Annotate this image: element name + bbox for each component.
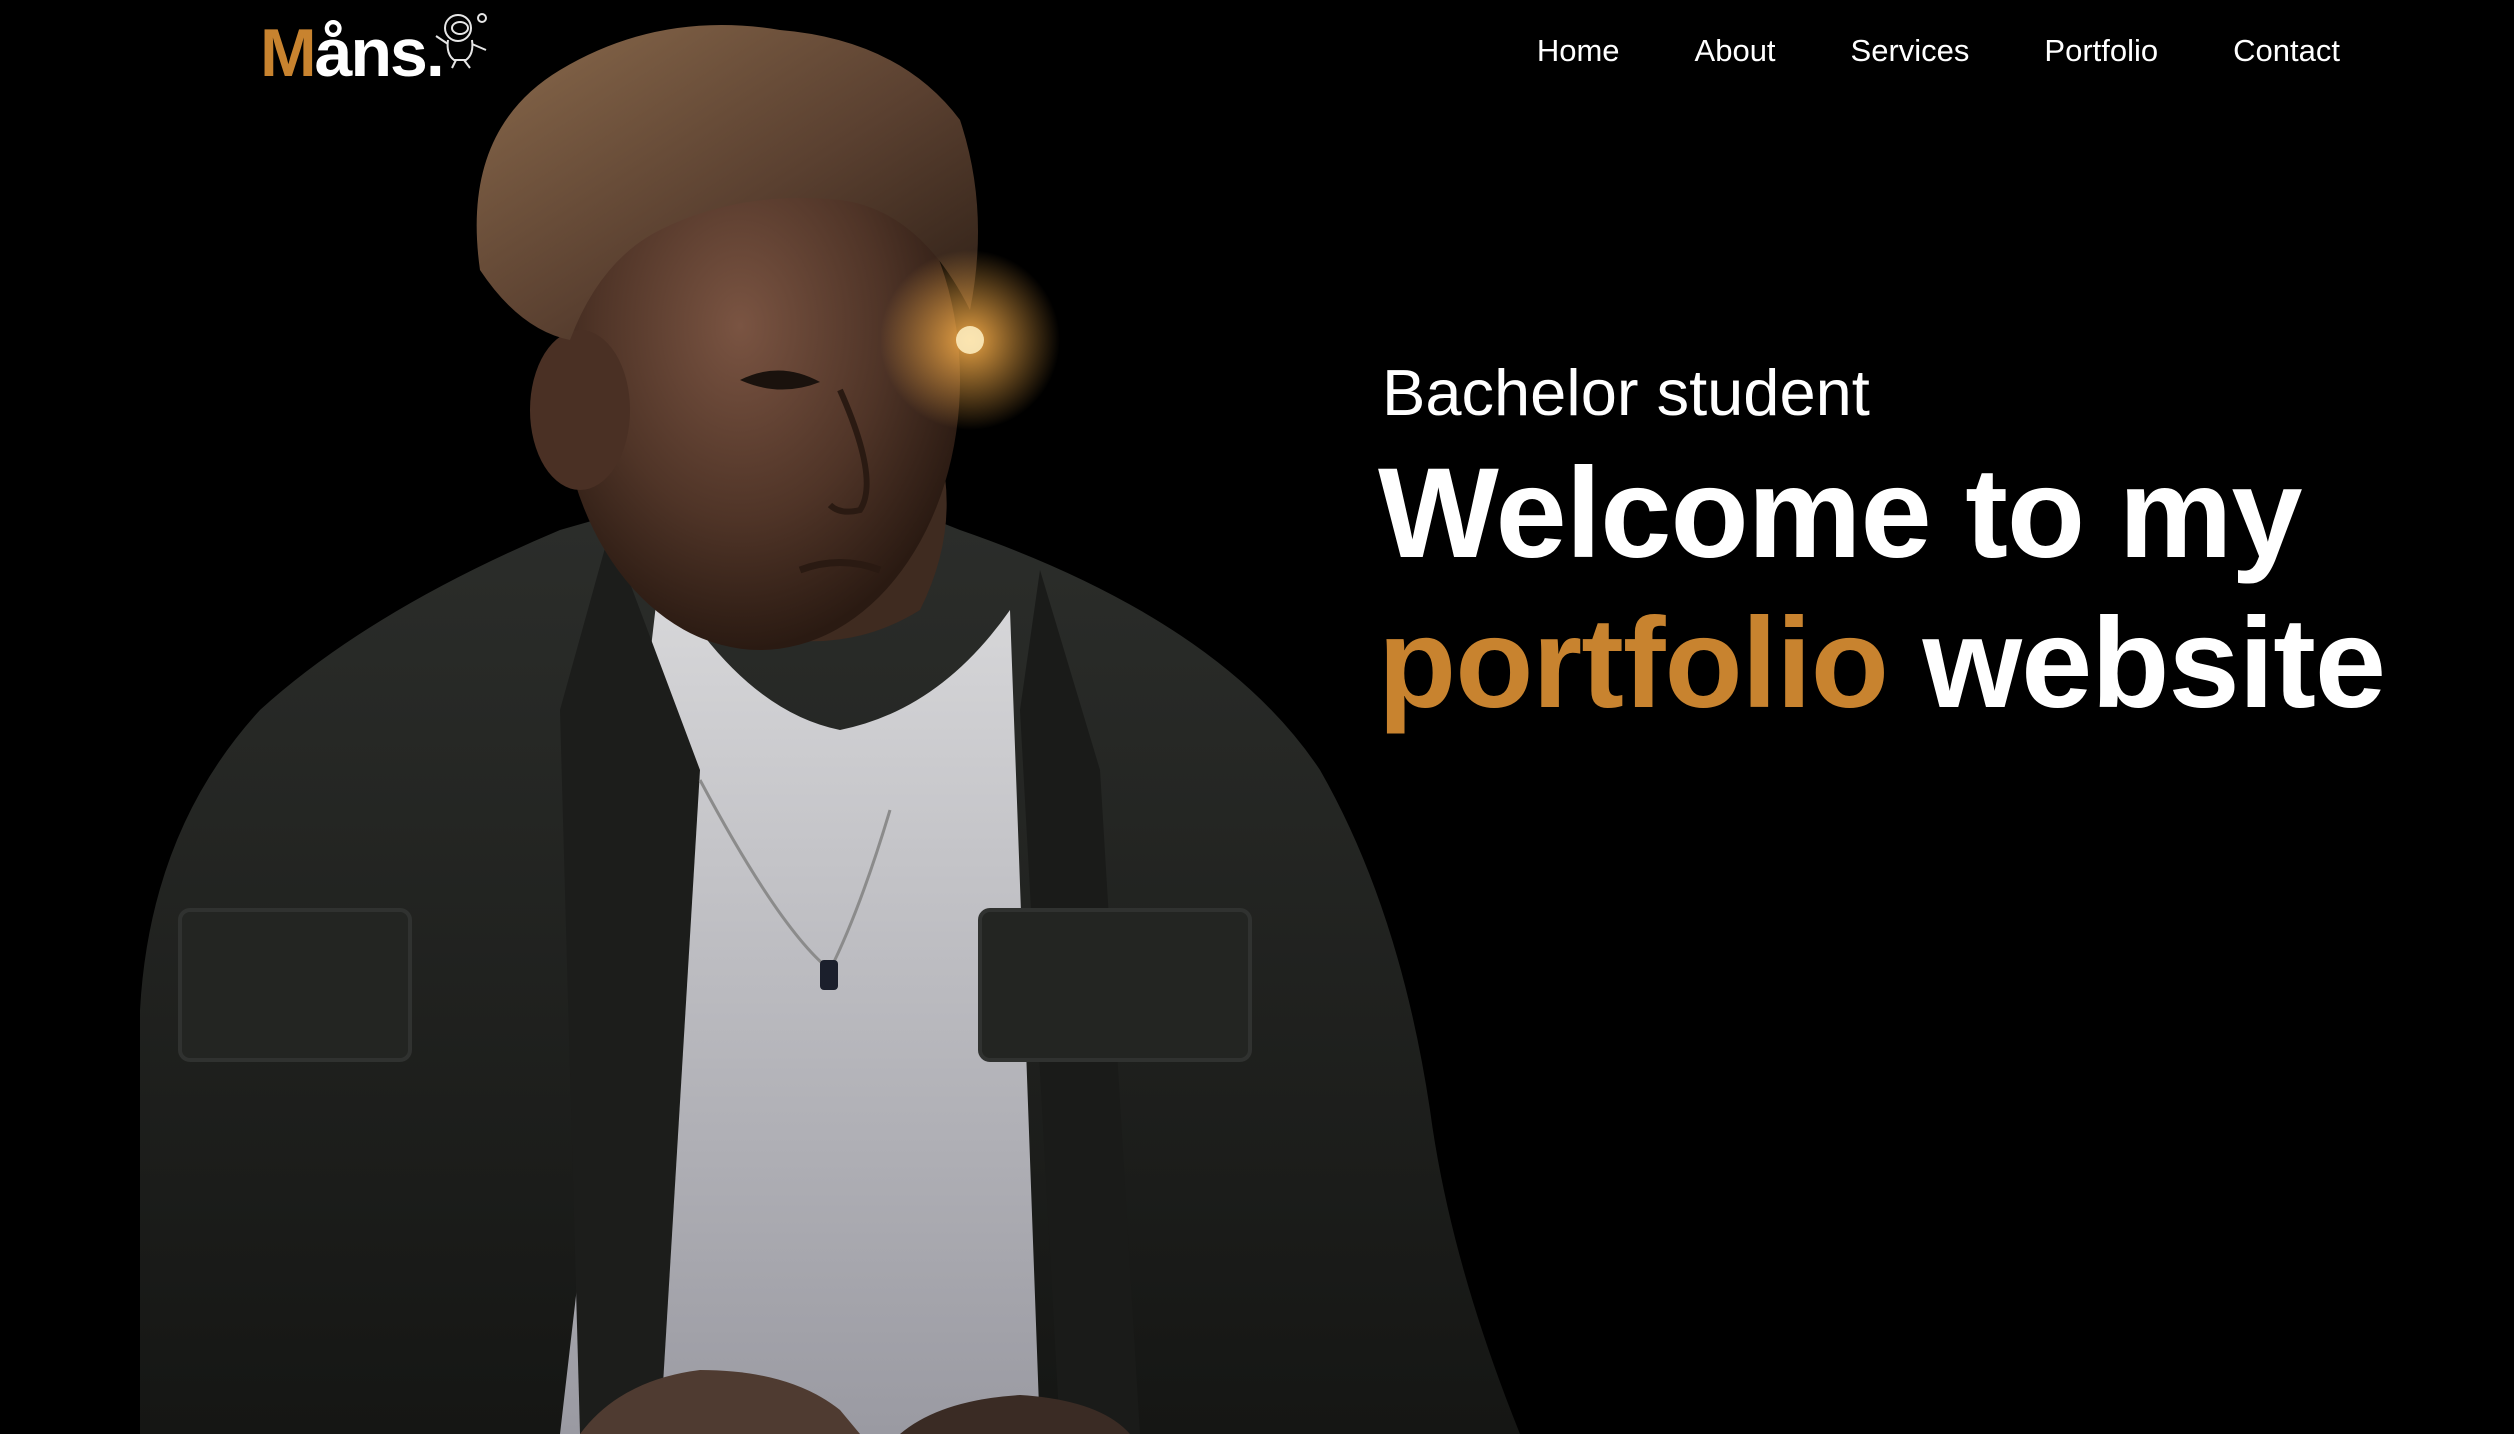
logo-accent-letter: M [260, 15, 317, 91]
hero-title-rest: website [1922, 592, 2386, 735]
hero-title: Welcome to my portfolio website [1378, 439, 2498, 739]
hero-eyebrow: Bachelor student [1382, 356, 1870, 429]
main-nav: Home About Services Portfolio Contact [1462, 28, 2340, 74]
portrait-photo [140, 25, 1520, 1434]
page: Måns. Home About Services Portfolio Cont… [0, 0, 2514, 1434]
logo-text: Måns. [260, 19, 445, 87]
site-logo[interactable]: Måns. [260, 8, 487, 98]
nav-contact[interactable]: Contact [2233, 28, 2340, 74]
astronaut-icon [435, 13, 487, 69]
nav-services[interactable]: Services [1851, 28, 1970, 74]
logo-rest: åns. [314, 15, 445, 91]
nav-home[interactable]: Home [1537, 28, 1620, 74]
hero-title-highlight: portfolio [1378, 592, 1889, 735]
hero-title-line1: Welcome to my [1378, 442, 2303, 585]
nav-about[interactable]: About [1695, 28, 1776, 74]
hero-section: Bachelor student Welcome to my portfolio… [1378, 360, 2498, 739]
nav-portfolio[interactable]: Portfolio [2044, 28, 2158, 74]
